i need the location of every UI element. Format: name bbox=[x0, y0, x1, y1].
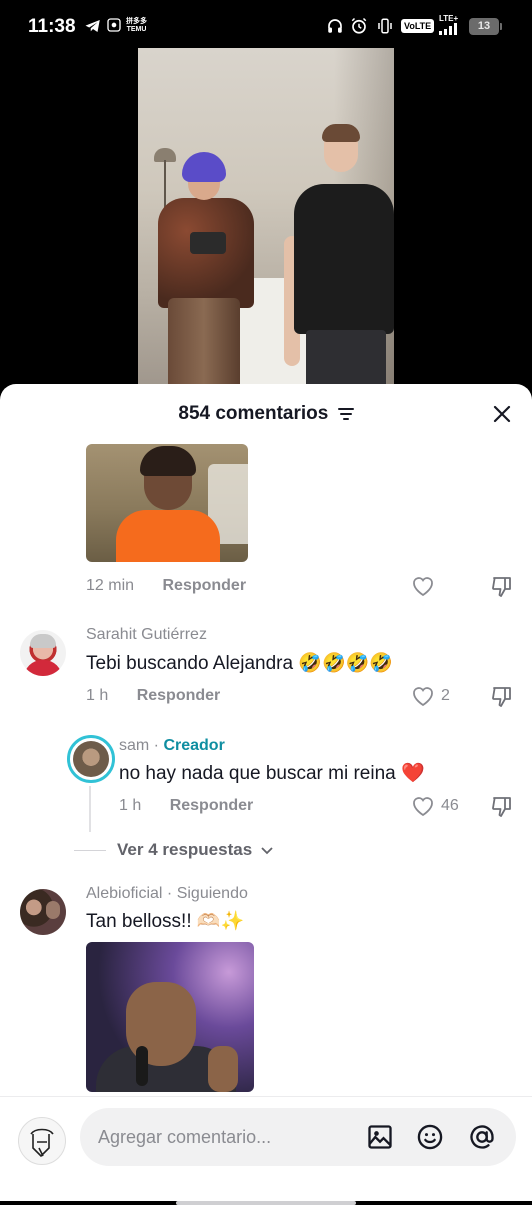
image-hair bbox=[140, 446, 196, 476]
screen-record-icon bbox=[107, 18, 121, 32]
dislike-icon[interactable] bbox=[490, 575, 514, 599]
like-count: 46 bbox=[441, 797, 459, 814]
telegram-icon bbox=[85, 20, 100, 32]
sheet-header: 854 comentarios bbox=[0, 384, 532, 444]
comment-text: Tan belloss!! 🫶🏻✨ bbox=[86, 911, 245, 932]
avatar[interactable] bbox=[20, 630, 66, 676]
reply-text: no hay nada que buscar mi reina ❤️ bbox=[119, 763, 425, 784]
comments-count: 854 comentarios bbox=[178, 403, 329, 424]
user-avatar-drawing bbox=[30, 1128, 54, 1158]
comment-username[interactable]: Sarahit Gutiérrez bbox=[86, 626, 207, 644]
video-man-hair bbox=[322, 124, 360, 142]
replies-divider bbox=[74, 850, 106, 851]
close-icon[interactable] bbox=[490, 402, 514, 426]
mention-icon[interactable] bbox=[468, 1123, 496, 1151]
lte-indicator: LTE+ bbox=[439, 14, 461, 37]
image-arm bbox=[208, 1046, 238, 1092]
comment-meta: 1 h Responder bbox=[86, 687, 220, 705]
comment-placeholder: Agregar comentario... bbox=[98, 1127, 272, 1147]
alarm-icon bbox=[351, 17, 367, 34]
thread-line bbox=[89, 786, 91, 832]
creator-badge: Creador bbox=[163, 737, 225, 754]
image-icon[interactable] bbox=[366, 1123, 394, 1151]
reply-button[interactable]: Responder bbox=[162, 577, 246, 594]
user-avatar[interactable] bbox=[18, 1117, 66, 1165]
like-button[interactable]: 46 bbox=[411, 795, 459, 817]
reply-button[interactable]: Responder bbox=[137, 687, 221, 704]
volte-badge: VoLTE bbox=[401, 19, 435, 33]
comment-meta: 12 min Responder bbox=[86, 577, 246, 595]
heart-icon bbox=[413, 687, 433, 707]
creator-avatar-image bbox=[73, 741, 109, 777]
video-player[interactable] bbox=[138, 48, 394, 400]
comment-time: 1 h bbox=[119, 797, 142, 814]
comment-time: 12 min bbox=[86, 577, 135, 594]
video-person-man bbox=[294, 184, 394, 334]
creator-avatar[interactable] bbox=[67, 735, 115, 783]
avatar[interactable] bbox=[20, 889, 66, 935]
view-replies-button[interactable]: Ver 4 respuestas bbox=[117, 840, 273, 860]
comments-sheet: 854 comentarios 12 min Responder Sarahit… bbox=[0, 384, 532, 1205]
like-button[interactable]: 2 bbox=[411, 685, 450, 707]
temu-notification-icon: 拼多多 TEMU bbox=[126, 18, 147, 33]
chevron-down-icon bbox=[261, 846, 273, 854]
username-separator: · bbox=[149, 737, 164, 754]
video-woman-top bbox=[190, 232, 226, 254]
comment-composer: Agregar comentario... bbox=[0, 1096, 532, 1205]
vibrate-icon bbox=[378, 18, 392, 34]
view-replies-label: Ver 4 respuestas bbox=[117, 840, 253, 859]
reply-button[interactable]: Responder bbox=[170, 797, 254, 814]
comment-input[interactable]: Agregar comentario... bbox=[80, 1108, 516, 1166]
status-time: 11:38 bbox=[28, 16, 76, 37]
like-button[interactable] bbox=[411, 575, 441, 597]
comment-image[interactable] bbox=[86, 444, 248, 562]
reply-username-text: sam bbox=[119, 737, 150, 754]
heart-icon bbox=[413, 797, 433, 817]
emoji-icon[interactable] bbox=[416, 1123, 444, 1151]
reply-meta: 1 h Responder bbox=[119, 797, 253, 815]
signal-icon bbox=[439, 23, 457, 35]
avatar-person bbox=[46, 901, 60, 919]
comment-username[interactable]: Alebioficial · Siguiendo bbox=[86, 885, 248, 903]
reply-username[interactable]: sam · Creador bbox=[119, 737, 225, 755]
image-shirt bbox=[116, 510, 220, 562]
dislike-icon[interactable] bbox=[490, 685, 514, 709]
image-mic bbox=[136, 1046, 148, 1086]
comments-title: 854 comentarios bbox=[0, 403, 532, 425]
comment-image[interactable] bbox=[86, 942, 254, 1092]
like-count: 2 bbox=[441, 687, 450, 704]
heart-icon bbox=[413, 577, 433, 597]
headphones-icon bbox=[328, 19, 342, 33]
lte-label: LTE+ bbox=[439, 14, 459, 23]
avatar-shirt bbox=[24, 660, 62, 676]
home-indicator[interactable] bbox=[176, 1201, 356, 1205]
battery-icon: 13 bbox=[469, 18, 502, 35]
filter-icon[interactable] bbox=[337, 407, 354, 421]
avatar-cap bbox=[30, 634, 56, 648]
video-woman-hair bbox=[182, 152, 226, 182]
comment-time: 1 h bbox=[86, 687, 109, 704]
dislike-icon[interactable] bbox=[490, 795, 514, 819]
comment-text: Tebi buscando Alejandra 🤣🤣🤣🤣 bbox=[86, 653, 393, 674]
